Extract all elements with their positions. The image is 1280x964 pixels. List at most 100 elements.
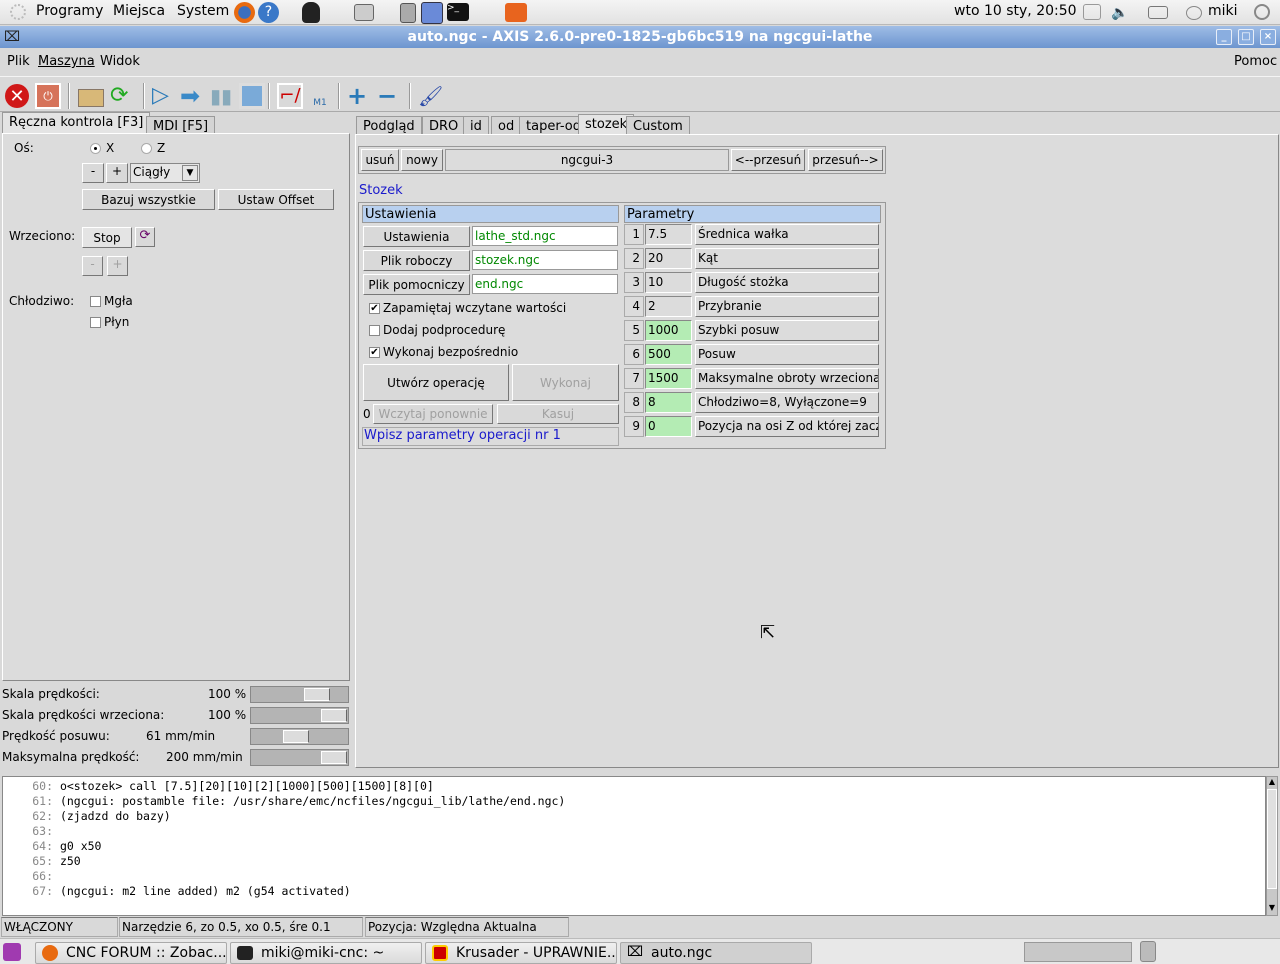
minimize-button[interactable]: _ xyxy=(1216,29,1232,45)
scroll-thumb[interactable] xyxy=(1267,789,1277,889)
param-value[interactable]: 2 xyxy=(645,296,692,317)
volume-icon[interactable]: 🔈 xyxy=(1111,5,1129,21)
gcode-line[interactable]: 62: (zjadzd do bazy) xyxy=(3,809,171,824)
gcode-line[interactable]: 67: (ngcgui: m2 line added) m2 (g54 acti… xyxy=(3,884,351,899)
menu-programy[interactable]: Programy xyxy=(36,3,103,19)
param-value[interactable]: 8 xyxy=(645,392,692,413)
param-value[interactable]: 500 xyxy=(645,344,692,365)
jog-mode-select[interactable]: Ciągły ▼ xyxy=(130,163,200,183)
mist-checkbox[interactable] xyxy=(90,296,101,307)
param-value[interactable]: 1000 xyxy=(645,320,692,341)
axis-z-label[interactable]: Z xyxy=(157,141,165,155)
file-1-button[interactable]: Plik roboczy xyxy=(363,250,470,271)
gcode-line[interactable]: 63: xyxy=(3,824,60,839)
scroll-up-icon[interactable]: ▲ xyxy=(1267,777,1277,789)
task-axis[interactable]: ⌧ auto.ngc xyxy=(620,942,812,964)
param-value[interactable]: 7.5 xyxy=(645,224,692,245)
option-checkbox[interactable]: ✔ xyxy=(369,303,380,314)
axis-x-label[interactable]: X xyxy=(106,141,114,155)
stop-icon[interactable] xyxy=(239,83,265,109)
option-checkbox[interactable]: ✔ xyxy=(369,347,380,358)
spindle-forward-icon[interactable]: ⟳ xyxy=(135,227,155,247)
execute-button[interactable]: Wykonaj xyxy=(512,364,619,401)
power-icon[interactable]: ⏻ xyxy=(35,83,61,109)
chevron-down-icon[interactable]: ▼ xyxy=(182,165,198,181)
close-button[interactable]: × xyxy=(1260,29,1276,45)
menu-miejsca[interactable]: Miejsca xyxy=(113,3,165,19)
reload-button[interactable]: Wczytaj ponownie xyxy=(373,404,493,424)
file-0-button[interactable]: Ustawienia xyxy=(363,226,470,247)
move-right-button[interactable]: przesuń--> xyxy=(808,149,883,171)
spindle-slower-button[interactable]: - xyxy=(82,256,103,276)
file-1-entry[interactable]: stozek.ngc xyxy=(472,250,618,270)
delete-button[interactable]: Kasuj xyxy=(497,404,619,424)
maximize-button[interactable]: □ xyxy=(1238,29,1254,45)
tab-custom[interactable]: Custom xyxy=(626,116,690,136)
menu-plik[interactable]: Plik xyxy=(7,54,30,69)
home-all-button[interactable]: Bazuj wszystkie xyxy=(82,189,215,210)
zoom-in-icon[interactable]: + xyxy=(347,83,373,109)
jog-minus-button[interactable]: - xyxy=(82,163,104,183)
gcode-line[interactable]: 66: xyxy=(3,869,60,884)
terminal-icon[interactable]: >_ xyxy=(447,3,469,21)
option-label[interactable]: Zapamiętaj wczytane wartości xyxy=(383,301,566,315)
workspace-switcher[interactable] xyxy=(1024,942,1132,962)
clear-plot-icon[interactable]: 🖌 xyxy=(418,83,444,109)
tab-manual-control[interactable]: Ręczna kontrola [F3] xyxy=(2,112,151,134)
tux-icon[interactable] xyxy=(302,2,320,23)
gcode-line[interactable]: 61: (ngcgui: postamble file: /usr/share/… xyxy=(3,794,565,809)
spindle-stop-button[interactable]: Stop xyxy=(82,227,132,248)
axis-z-radio[interactable] xyxy=(141,143,152,154)
task-krusader[interactable]: Krusader - UPRAWNIE... xyxy=(425,942,617,964)
folder-icon[interactable] xyxy=(505,3,527,22)
camera-icon[interactable] xyxy=(354,4,374,21)
param-value[interactable]: 1500 xyxy=(645,368,692,389)
gcode-scrollbar[interactable]: ▲ ▼ xyxy=(1266,776,1278,916)
option-checkbox[interactable] xyxy=(369,325,380,336)
help-icon[interactable]: ? xyxy=(258,2,279,23)
tab-od[interactable]: od xyxy=(491,116,522,136)
reload-icon[interactable]: ⟳ xyxy=(110,83,136,109)
flood-label[interactable]: Płyn xyxy=(104,315,129,329)
pointer-icon[interactable] xyxy=(421,2,443,24)
calculator-icon[interactable] xyxy=(400,3,416,23)
scroll-down-icon[interactable]: ▼ xyxy=(1267,903,1277,915)
param-value[interactable]: 20 xyxy=(645,248,692,269)
file-2-entry[interactable]: end.ngc xyxy=(472,274,618,294)
jog-plus-button[interactable]: + xyxy=(106,163,128,183)
clock[interactable]: wto 10 sty, 20:50 xyxy=(954,3,1077,19)
zoom-out-icon[interactable]: − xyxy=(377,83,403,109)
step-icon[interactable]: ➡ xyxy=(180,83,206,109)
shutdown-icon[interactable] xyxy=(1254,4,1270,20)
window-title-bar[interactable]: ⌧ auto.ngc - AXIS 2.6.0-pre0-1825-gb6bc5… xyxy=(0,26,1280,48)
option-label[interactable]: Wykonaj bezpośrednio xyxy=(383,345,518,359)
axis-x-radio[interactable] xyxy=(90,143,101,154)
pause-icon[interactable]: ▮▮ xyxy=(210,83,236,109)
mist-label[interactable]: Mgła xyxy=(104,294,133,308)
touch-off-button[interactable]: Ustaw Offset xyxy=(218,189,334,210)
menu-widok[interactable]: Widok xyxy=(100,54,140,69)
flood-checkbox[interactable] xyxy=(90,317,101,328)
show-desktop-icon[interactable] xyxy=(3,943,21,961)
gcode-line[interactable]: 60: o<stozek> call [7.5][20][10][2][1000… xyxy=(3,779,434,794)
estop-icon[interactable]: ✕ xyxy=(5,84,29,108)
task-terminal[interactable]: miki@miki-cnc: ~ xyxy=(230,942,422,964)
spindle-faster-button[interactable]: + xyxy=(107,256,128,276)
menu-system[interactable]: System xyxy=(177,3,229,19)
tab-dro[interactable]: DRO xyxy=(422,116,466,136)
tab-id[interactable]: id xyxy=(463,116,489,136)
menu-pomoc[interactable]: Pomoc xyxy=(1234,54,1277,69)
param-value[interactable]: 10 xyxy=(645,272,692,293)
override-slider[interactable] xyxy=(250,749,349,766)
network-icon[interactable] xyxy=(1083,4,1101,20)
option-label[interactable]: Dodaj podprocedurę xyxy=(383,323,505,337)
open-file-icon[interactable] xyxy=(78,89,104,107)
optional-stop-icon[interactable]: M1 xyxy=(307,83,333,109)
tab-podgląd[interactable]: Podgląd xyxy=(356,116,422,136)
firefox-icon[interactable] xyxy=(234,2,255,23)
gcode-line[interactable]: 65: z50 xyxy=(3,854,81,869)
slider-thumb[interactable] xyxy=(282,730,309,743)
override-slider[interactable] xyxy=(250,728,349,745)
remove-button[interactable]: usuń xyxy=(361,149,399,171)
override-slider[interactable] xyxy=(250,686,349,703)
